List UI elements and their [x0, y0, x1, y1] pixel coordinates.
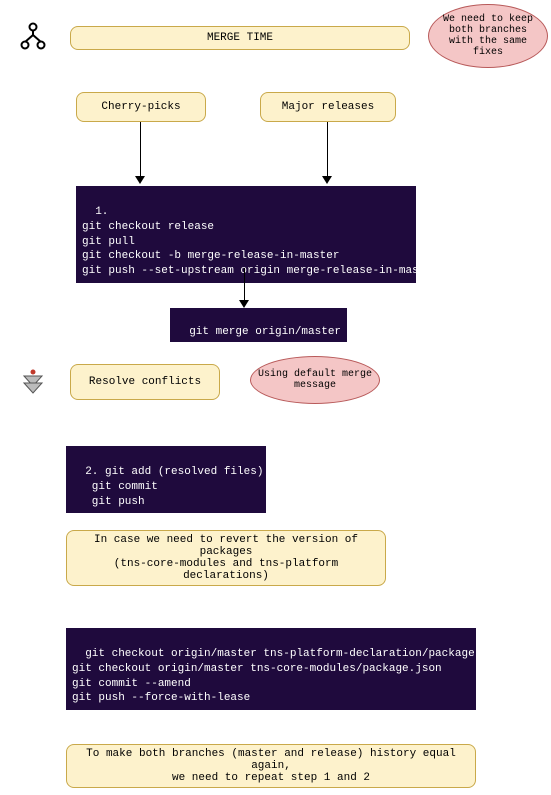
note-keep-branches-text: We need to keep both branches with the s…: [435, 14, 541, 58]
code-step-2-text: 2. git add (resolved files) git commit g…: [72, 466, 263, 508]
arrow-line: [244, 268, 245, 300]
revert-note-text: In case we need to revert the version of…: [77, 534, 375, 582]
note-default-merge-msg-text: Using default merge message: [257, 369, 373, 391]
title-text: MERGE TIME: [207, 32, 273, 44]
code-step-1: 1. git checkout release git pull git che…: [76, 186, 416, 283]
arrow-line: [140, 122, 141, 176]
code-step-1-text: 1. git checkout release git pull git che…: [82, 206, 438, 277]
final-note-box: To make both branches (master and releas…: [66, 744, 476, 788]
code-step-2: 2. git add (resolved files) git commit g…: [66, 446, 266, 513]
resolve-conflicts-box: Resolve conflicts: [70, 364, 220, 400]
cherry-picks-box: Cherry-picks: [76, 92, 206, 122]
arrow-head: [135, 176, 145, 184]
code-merge: git merge origin/master: [170, 308, 347, 342]
revert-note-box: In case we need to revert the version of…: [66, 530, 386, 586]
resolve-conflicts-label: Resolve conflicts: [89, 376, 201, 388]
title-box: MERGE TIME: [70, 26, 410, 50]
code-merge-text: git merge origin/master: [189, 326, 341, 338]
code-step-3-text: git checkout origin/master tns-platform-…: [72, 648, 508, 705]
note-keep-branches: We need to keep both branches with the s…: [428, 4, 548, 68]
major-releases-label: Major releases: [282, 101, 374, 113]
branch-icon: [20, 22, 46, 54]
code-step-3: git checkout origin/master tns-platform-…: [66, 628, 476, 710]
final-note-text: To make both branches (master and releas…: [77, 748, 465, 784]
merge-down-icon: [20, 368, 46, 402]
cherry-picks-label: Cherry-picks: [101, 101, 180, 113]
arrow-line: [327, 122, 328, 176]
note-default-merge-msg: Using default merge message: [250, 356, 380, 404]
major-releases-box: Major releases: [260, 92, 396, 122]
arrow-head: [239, 300, 249, 308]
arrow-head: [322, 176, 332, 184]
